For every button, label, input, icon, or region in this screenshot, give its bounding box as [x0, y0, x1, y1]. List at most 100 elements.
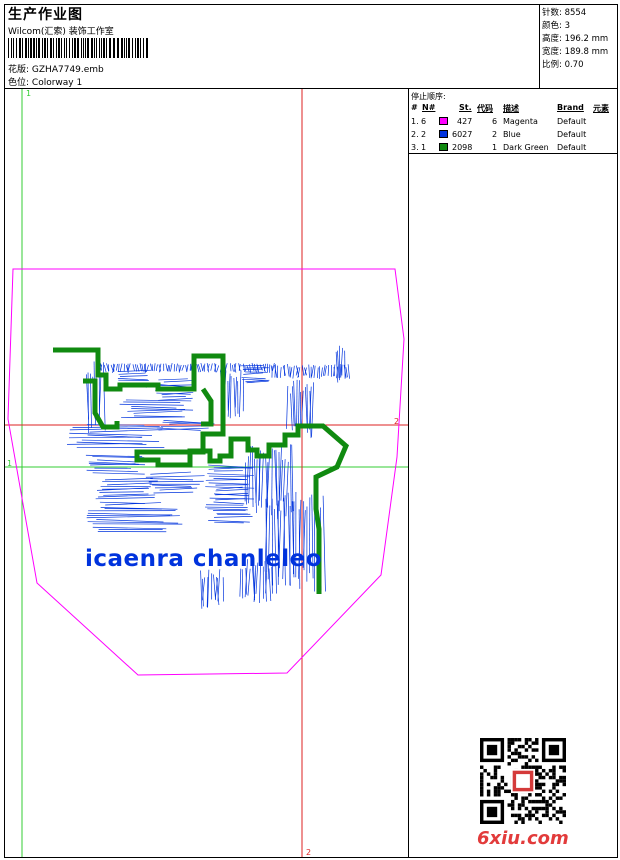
stitch-line — [233, 377, 236, 417]
stitch-line — [87, 521, 179, 524]
thread-color-swatch — [439, 117, 448, 125]
thread-brand: Default — [557, 130, 587, 139]
stat-width: 宽度: 189.8 mm — [542, 47, 609, 57]
thread-desc: Dark Green — [503, 143, 549, 152]
thread-index: 2. — [411, 130, 419, 139]
hoop-outline — [7, 268, 405, 676]
stitch-line — [163, 380, 193, 383]
panel-divider — [408, 88, 409, 858]
stitch-line — [152, 484, 192, 487]
col-header-index: # — [411, 103, 418, 112]
stitch-line — [99, 491, 144, 493]
stats-divider — [539, 4, 540, 88]
stitch-line — [234, 376, 237, 408]
horizontal-guide-1-label: 1 — [7, 459, 12, 468]
green-outline-path — [200, 387, 214, 427]
stat-colors: 颜色: 3 — [542, 21, 570, 31]
stitch-line — [150, 478, 194, 481]
stitch-line — [89, 429, 163, 433]
stitch-line — [239, 568, 242, 597]
stitch-line — [97, 459, 136, 463]
thread-stitches: 2098 — [452, 143, 473, 152]
thread-index: 1. — [411, 117, 419, 126]
thread-desc: Magenta — [503, 117, 538, 126]
stitch-line — [246, 456, 249, 505]
design-file-row: 花版: GZHA7749.emb — [8, 62, 104, 75]
stitch-line — [243, 372, 264, 375]
stitch-line — [159, 487, 198, 491]
stitch-line — [311, 382, 315, 437]
stop-table-divider — [408, 153, 618, 154]
stitch-line — [127, 363, 131, 372]
thread-brand: Default — [557, 117, 587, 126]
stitch-line — [292, 365, 295, 379]
stitch-line — [160, 425, 207, 428]
stitch-line — [321, 367, 323, 377]
stitch-line — [207, 508, 248, 511]
stitch-line — [214, 521, 244, 524]
stitch-line — [119, 403, 184, 406]
stitch-line — [241, 569, 244, 599]
sheet-title: 生产作业图 — [8, 7, 83, 23]
qr-code-image — [480, 738, 566, 824]
thread-needle: 2 — [421, 130, 427, 139]
stitch-line — [134, 415, 183, 418]
stitch-line — [86, 514, 173, 516]
stitch-line — [202, 365, 205, 372]
stop-sequence-title: 停止顺序: — [411, 92, 446, 101]
col-header-stitches: St. — [459, 103, 472, 112]
stitch-line — [313, 365, 316, 378]
stitch-line — [86, 515, 180, 519]
stitch-line — [243, 363, 245, 372]
stitch-line — [207, 473, 254, 476]
stitch-line — [69, 432, 152, 436]
stitch-line — [189, 363, 191, 371]
col-header-code: 代码 — [477, 104, 493, 113]
thread-color-swatch — [439, 143, 448, 151]
stitch-line — [119, 363, 123, 372]
stitch-line — [213, 574, 216, 601]
stitch-line — [285, 461, 289, 517]
stitch-line — [81, 439, 160, 442]
stitch-line — [133, 410, 183, 414]
stitch-line — [179, 364, 182, 372]
thread-brand: Default — [557, 143, 587, 152]
stitch-line — [146, 364, 149, 373]
stitch-line — [308, 364, 310, 378]
stitch-line — [155, 364, 158, 372]
stitch-line — [145, 475, 205, 478]
stitch-line — [215, 488, 249, 492]
vertical-guide-2-label: 2 — [306, 848, 311, 857]
embroidered-text: icaenra chanleleo — [85, 546, 322, 572]
stitch-line — [247, 568, 251, 596]
stitch-line — [117, 378, 148, 381]
stitch-line — [302, 365, 305, 376]
stitch-line — [327, 365, 330, 376]
stitch-line — [322, 495, 326, 592]
stitch-line — [150, 471, 192, 475]
stitch-line — [131, 406, 177, 409]
stitch-line — [170, 363, 173, 372]
stitch-line — [291, 444, 294, 512]
stat-scale: 比例: 0.70 — [542, 60, 584, 70]
stitch-line — [153, 363, 156, 372]
stitch-line — [153, 491, 194, 494]
thread-code: 2 — [492, 130, 498, 139]
stitch-line — [69, 436, 143, 439]
stitch-line — [229, 376, 232, 419]
design-file-label: 花版: — [8, 65, 30, 75]
stitch-line — [260, 452, 264, 508]
horizontal-guide-2-label: 2 — [394, 417, 399, 426]
thread-color-swatch — [439, 130, 448, 138]
stitch-line — [96, 519, 164, 523]
stitch-line — [107, 482, 152, 486]
barcode-image — [8, 38, 148, 58]
stitch-line — [286, 385, 289, 429]
site-logo: 6xiu.com — [477, 828, 569, 849]
stitch-line — [272, 362, 275, 371]
stitch-line — [289, 444, 292, 513]
stitch-line — [200, 362, 204, 372]
thread-code: 6 — [492, 117, 498, 126]
stitch-line — [317, 367, 319, 379]
vertical-guide-1-label: 1 — [26, 89, 31, 98]
